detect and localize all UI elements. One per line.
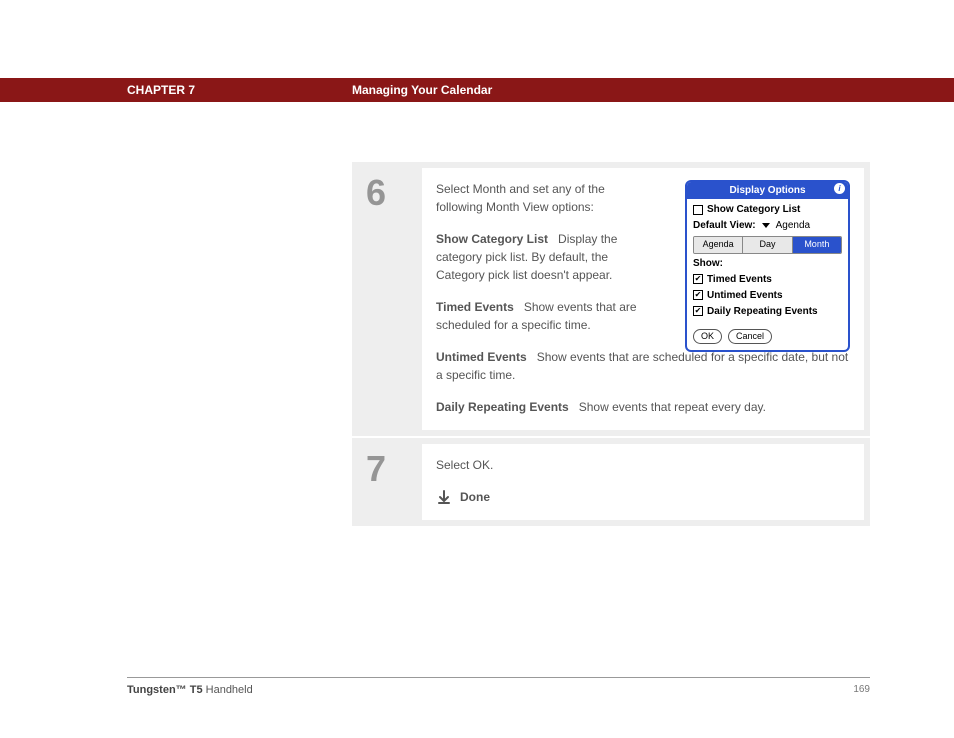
- step-7: 7 Select OK. Done: [352, 438, 870, 528]
- option-label: Timed Events: [436, 300, 514, 314]
- checkbox-checked-icon: ✔: [693, 306, 703, 316]
- timed-events-label: Timed Events: [707, 272, 772, 287]
- page-number: 169: [853, 684, 870, 696]
- untimed-events-checkbox-row[interactable]: ✔ Untimed Events: [693, 288, 842, 303]
- chapter-header-bar: CHAPTER 7 Managing Your Calendar: [0, 78, 954, 102]
- default-view-value: Agenda: [776, 218, 810, 233]
- show-label: Show:: [693, 256, 723, 271]
- checkbox-checked-icon: ✔: [693, 274, 703, 284]
- daily-repeating-checkbox-row[interactable]: ✔ Daily Repeating Events: [693, 304, 842, 319]
- info-icon[interactable]: i: [834, 183, 845, 194]
- step-number-column: 6: [352, 162, 422, 436]
- daily-repeating-label: Daily Repeating Events: [707, 304, 818, 319]
- step-number: 7: [366, 448, 422, 490]
- checkbox-checked-icon: ✔: [693, 290, 703, 300]
- show-category-list-checkbox-row[interactable]: Show Category List: [693, 202, 842, 217]
- default-view-row[interactable]: Default View: Agenda: [693, 218, 842, 233]
- step-7-text: Select OK.: [436, 456, 850, 474]
- device-model: Tungsten™ T5 Handheld: [127, 684, 253, 696]
- step-6: 6 Select Month and set any of the follow…: [352, 162, 870, 438]
- cancel-button[interactable]: Cancel: [728, 329, 772, 345]
- step-7-body: Select OK. Done: [422, 444, 864, 520]
- ok-button[interactable]: OK: [693, 329, 722, 345]
- dropdown-arrow-icon: [762, 223, 770, 228]
- option-daily-repeating: Daily Repeating Events Show events that …: [436, 398, 850, 416]
- chapter-title: Managing Your Calendar: [352, 83, 492, 97]
- chapter-label: CHAPTER 7: [127, 83, 195, 97]
- option-label: Untimed Events: [436, 350, 527, 364]
- step-number: 6: [366, 172, 422, 214]
- option-label: Daily Repeating Events: [436, 400, 569, 414]
- step-6-body: Select Month and set any of the followin…: [422, 168, 864, 430]
- show-category-list-label: Show Category List: [707, 202, 800, 217]
- page-footer: Tungsten™ T5 Handheld 169: [127, 677, 870, 696]
- tab-month[interactable]: Month: [793, 237, 841, 253]
- option-untimed: Untimed Events Show events that are sche…: [436, 348, 850, 384]
- tab-day[interactable]: Day: [743, 237, 792, 253]
- option-timed: Timed Events Show events that are schedu…: [436, 298, 646, 334]
- done-indicator: Done: [436, 488, 850, 506]
- model-rest: Handheld: [203, 684, 253, 696]
- dialog-title-text: Display Options: [729, 185, 805, 196]
- done-label: Done: [460, 488, 490, 506]
- timed-events-checkbox-row[interactable]: ✔ Timed Events: [693, 272, 842, 287]
- option-label: Show Category List: [436, 232, 548, 246]
- option-show-category: Show Category List Display the category …: [436, 230, 646, 284]
- view-tabs: Agenda Day Month: [693, 236, 842, 254]
- display-options-dialog: Display Options i Show Category List Def…: [685, 180, 850, 352]
- done-arrow-icon: [436, 489, 452, 505]
- dialog-titlebar: Display Options i: [687, 182, 848, 199]
- steps-container: 6 Select Month and set any of the follow…: [352, 162, 870, 528]
- step-6-intro: Select Month and set any of the followin…: [436, 180, 646, 216]
- checkbox-icon: [693, 205, 703, 215]
- tab-agenda[interactable]: Agenda: [694, 237, 743, 253]
- option-desc: Show events that repeat every day.: [579, 400, 766, 414]
- dialog-buttons: OK Cancel: [693, 329, 842, 345]
- untimed-events-label: Untimed Events: [707, 288, 783, 303]
- model-bold: Tungsten™ T5: [127, 684, 203, 696]
- dialog-body: Show Category List Default View: Agenda …: [687, 199, 848, 350]
- step-number-column: 7: [352, 438, 422, 526]
- default-view-label: Default View:: [693, 218, 756, 233]
